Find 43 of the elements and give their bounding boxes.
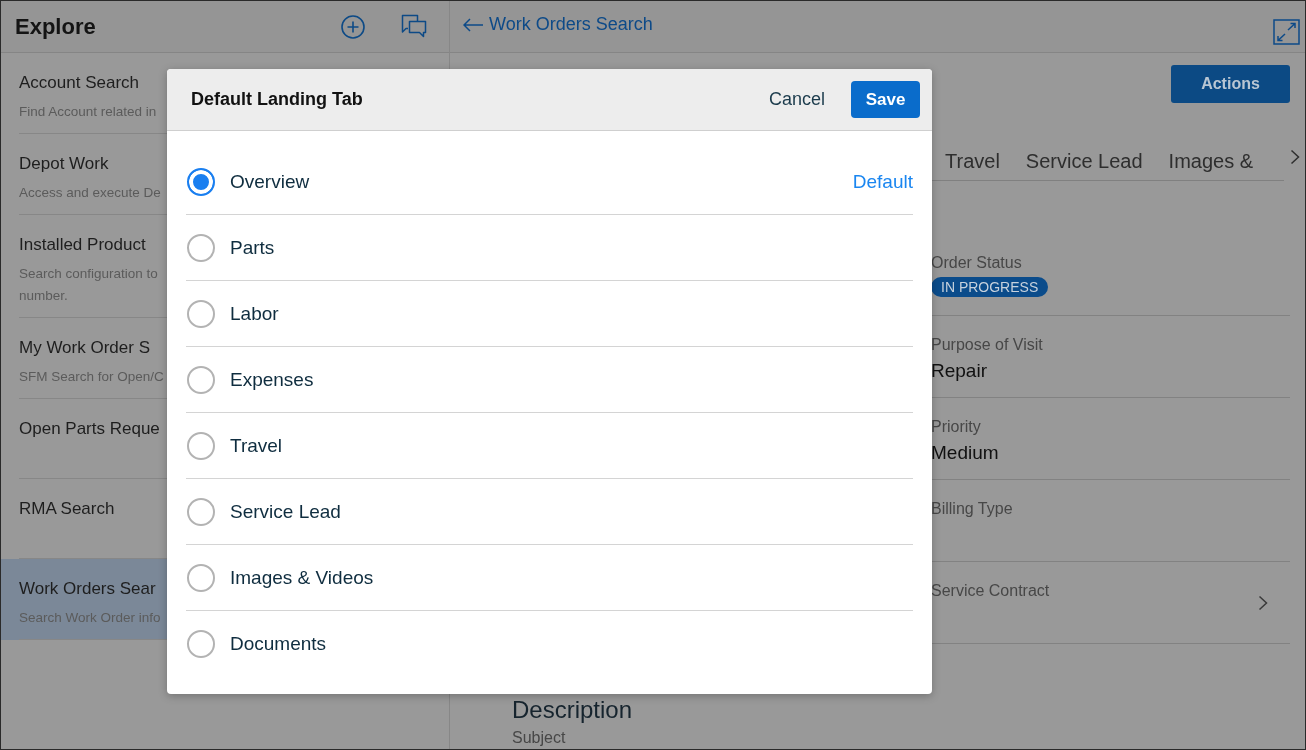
field-label: Billing Type	[931, 499, 1013, 519]
radio-button[interactable]	[187, 563, 215, 592]
option-label[interactable]: Overview	[230, 170, 310, 193]
default-label: Default	[852, 170, 913, 193]
dialog-title: Default Landing Tab	[191, 89, 363, 110]
radio-button[interactable]	[187, 497, 215, 526]
option-label[interactable]: Documents	[230, 633, 327, 655]
expand-icon[interactable]	[1273, 19, 1300, 45]
option-label[interactable]: Images & Videos	[230, 566, 374, 589]
field-label: Priority	[931, 417, 981, 437]
tab[interactable]: Service Lead	[1025, 148, 1143, 180]
field-value: Repair	[931, 359, 987, 383]
option-label[interactable]: Service Lead	[230, 500, 341, 523]
field-label: Service Contract	[931, 581, 1050, 601]
field-label: Order Status	[931, 253, 1022, 273]
tab[interactable]: Images &	[1168, 148, 1254, 180]
chevron-right-icon[interactable]	[1258, 594, 1268, 611]
option-label[interactable]: Labor	[230, 302, 279, 325]
field-label: Subject	[512, 728, 566, 748]
cancel-button[interactable]: Cancel	[768, 89, 825, 110]
sidebar-item[interactable]: Work Orders Sear Search Work Order info	[1, 559, 167, 640]
radio-button[interactable]	[187, 299, 215, 328]
actions-button[interactable]: Actions	[1171, 65, 1290, 103]
radio-button[interactable]	[187, 431, 215, 460]
radio-button[interactable]	[187, 365, 215, 394]
back-link[interactable]: Work Orders Search	[463, 14, 653, 35]
chat-bubbles-icon[interactable]	[401, 14, 427, 39]
plus-circle-icon[interactable]	[341, 14, 365, 39]
tab[interactable]: Travel	[945, 148, 1000, 180]
arrow-left-icon	[463, 17, 483, 32]
field-label: Purpose of Visit	[931, 335, 1043, 355]
option-label[interactable]: Travel	[230, 434, 283, 457]
chevron-right-icon[interactable]	[1290, 149, 1300, 165]
save-button[interactable]: Save	[851, 81, 920, 118]
radio-button[interactable]	[187, 630, 215, 658]
radio-button[interactable]	[187, 233, 215, 262]
sidebar-title: Explore	[15, 13, 96, 40]
status-badge: IN PROGRESS	[931, 277, 1049, 297]
option-label[interactable]: Expenses	[230, 368, 314, 391]
field-value: Medium	[931, 441, 999, 465]
option-label[interactable]: Parts	[230, 236, 275, 259]
section-heading: Description	[512, 697, 633, 723]
radio-button[interactable]	[187, 167, 215, 196]
